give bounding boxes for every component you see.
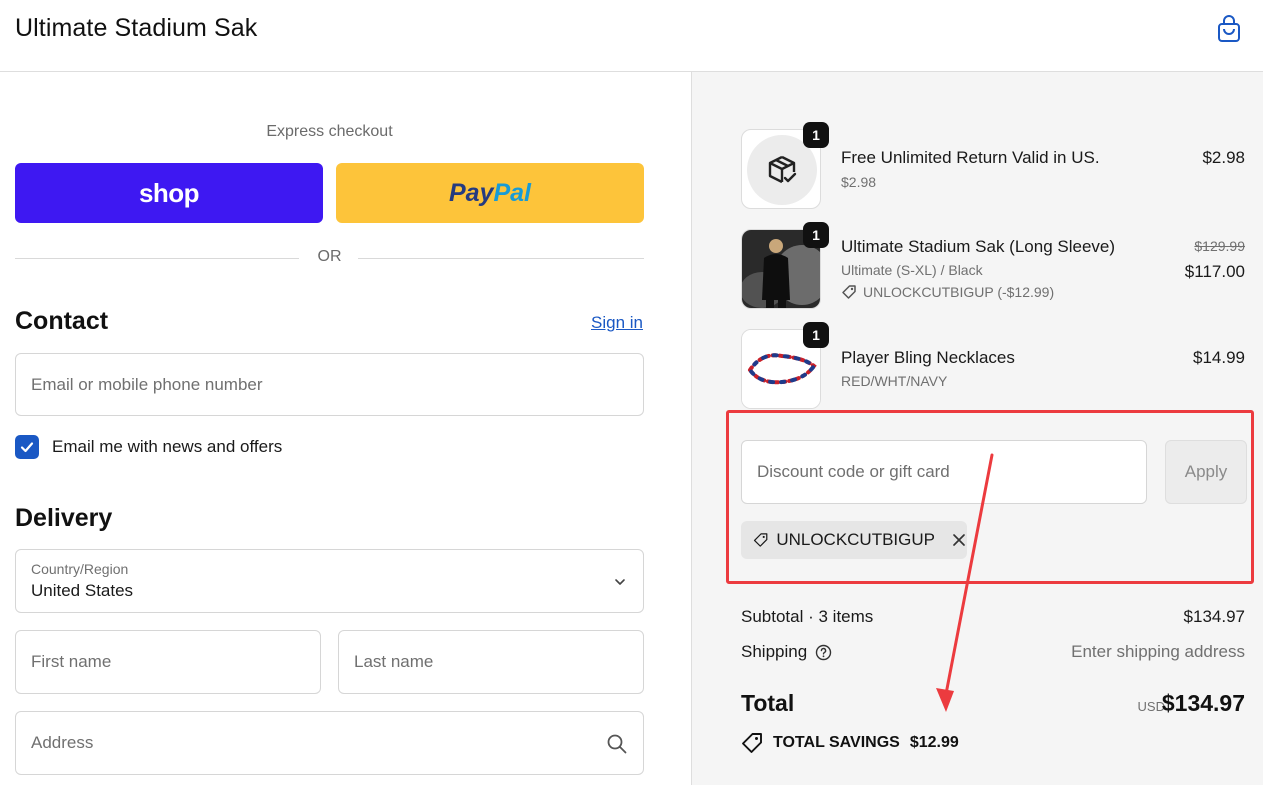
last-name-placeholder: Last name (354, 652, 434, 671)
item-discount-label: UNLOCKCUTBIGUP (-$12.99) (863, 284, 1055, 300)
header: Ultimate Stadium Sak (0, 0, 1263, 72)
item-name: Ultimate Stadium Sak (Long Sleeve) (841, 237, 1116, 256)
shipping-value: Enter shipping address (1071, 642, 1245, 661)
sign-in-link[interactable]: Sign in (591, 313, 643, 333)
subtotal-value: $134.97 (1183, 607, 1245, 626)
remove-code-button[interactable] (951, 532, 967, 548)
paypal-label-pay: Pay (448, 178, 494, 207)
total-label: Total (741, 690, 795, 716)
item-price: $14.99 (1193, 348, 1245, 367)
help-circle-icon[interactable] (815, 644, 832, 661)
search-icon[interactable] (606, 733, 628, 755)
checkmark-icon (20, 442, 34, 453)
divider-line-right (358, 258, 644, 259)
tag-icon (842, 285, 856, 299)
quantity-badge: 1 (803, 122, 829, 148)
savings-value: $12.99 (909, 734, 959, 751)
email-placeholder: Email or mobile phone number (31, 374, 263, 394)
discount-code-input[interactable]: Discount code or gift card (741, 440, 1147, 504)
close-icon (953, 534, 965, 546)
last-name-field[interactable]: Last name (338, 630, 644, 694)
item-original-price: $129.99 (1194, 238, 1245, 254)
email-field[interactable]: Email or mobile phone number (15, 353, 644, 416)
or-divider: OR (15, 248, 644, 268)
express-checkout-title: Express checkout (266, 123, 393, 140)
tag-icon (753, 533, 768, 547)
item-subtitle: Ultimate (S-XL) / Black (841, 262, 983, 278)
first-name-field[interactable]: First name (15, 630, 321, 694)
apply-button[interactable]: Apply (1165, 440, 1247, 504)
item-discount: UNLOCKCUTBIGUP (-$12.99) (841, 284, 1054, 300)
subtotal-label: Subtotal · 3 items (741, 607, 873, 627)
country-select[interactable]: Country/Region United States (15, 549, 644, 613)
paypal-button[interactable]: Pay Pal (336, 163, 644, 223)
shopping-bag-icon[interactable] (1214, 14, 1244, 44)
item-name: Free Unlimited Return Valid in US. (841, 148, 1100, 167)
item-price: $117.00 (1184, 262, 1245, 281)
newsletter-label[interactable]: Email me with news and offers (52, 437, 282, 457)
address-placeholder: Address (31, 733, 94, 752)
shop-pay-label: shop (138, 177, 200, 208)
quantity-badge: 1 (803, 222, 829, 248)
order-summary: 1 Free Unlimited Return Valid in US. $2.… (691, 72, 1263, 785)
applied-code-tag: UNLOCKCUTBIGUP (741, 521, 967, 559)
applied-code-label: UNLOCKCUTBIGUP (776, 530, 935, 549)
item-subtitle: $2.98 (841, 174, 877, 190)
package-return-icon (768, 155, 797, 184)
address-field[interactable]: Address (15, 711, 644, 775)
shop-pay-button[interactable]: shop (15, 163, 323, 223)
delivery-title: Delivery (15, 504, 113, 532)
contact-title: Contact (15, 307, 109, 335)
checkout-form: Express checkout shop Pay Pal OR Contact … (0, 72, 691, 785)
item-subtitle: RED/WHT/NAVY (841, 373, 948, 389)
item-name: Player Bling Necklaces (841, 348, 1015, 367)
tag-icon (742, 733, 762, 753)
subtotal-label-text: Subtotal · 3 items (741, 607, 874, 626)
savings-label: TOTAL SAVINGS (773, 734, 900, 751)
country-value: United States (31, 581, 134, 600)
quantity-badge: 1 (803, 322, 829, 348)
shipping-label-text: Shipping (741, 642, 808, 661)
newsletter-checkbox[interactable] (15, 435, 39, 459)
item-price: $2.98 (1202, 148, 1245, 167)
paypal-label-pal: Pal (493, 178, 531, 207)
first-name-placeholder: First name (31, 652, 112, 671)
shipping-label: Shipping (741, 642, 832, 662)
discount-placeholder: Discount code or gift card (757, 462, 950, 481)
total-value: $134.97 (1161, 690, 1245, 716)
chevron-down-icon (615, 579, 625, 585)
store-name[interactable]: Ultimate Stadium Sak (15, 14, 257, 43)
or-label: OR (317, 248, 342, 265)
country-label: Country/Region (31, 561, 129, 577)
total-savings: TOTAL SAVINGS $12.99 (741, 732, 959, 754)
